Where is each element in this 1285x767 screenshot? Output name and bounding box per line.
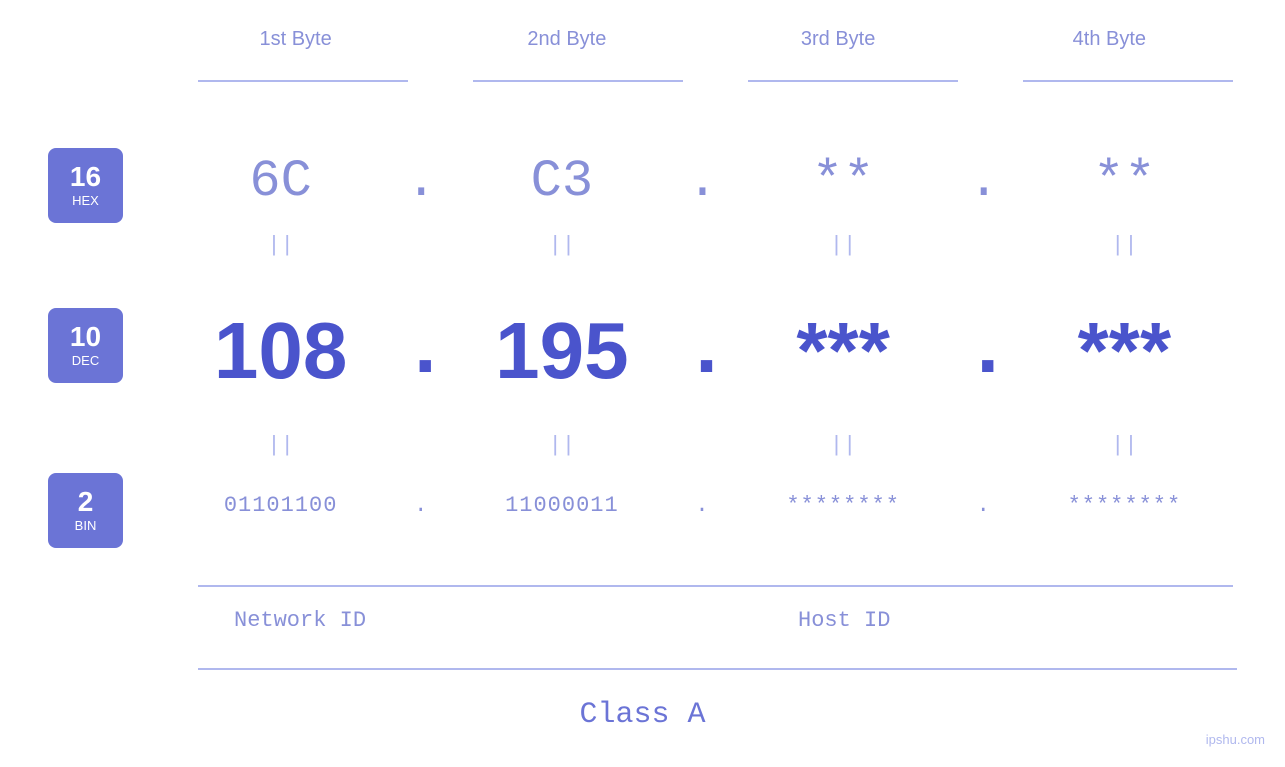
dec-dot-3: . xyxy=(964,306,1004,397)
bracket-host-id xyxy=(473,585,1233,587)
bin-dot-3: . xyxy=(964,493,1004,518)
bracket-top-1 xyxy=(198,80,408,82)
eq-mid-3: || xyxy=(723,433,964,458)
dec-b1: 108 xyxy=(160,305,401,397)
eq-top-4: || xyxy=(1004,233,1245,258)
bracket-top-3 xyxy=(748,80,958,82)
bin-dot-1: . xyxy=(401,493,441,518)
badge-dec: 10 DEC xyxy=(48,308,123,383)
badge-dec-number: 10 xyxy=(70,323,101,351)
dec-b2: 195 xyxy=(441,305,682,397)
bracket-top-2 xyxy=(473,80,683,82)
network-id-label: Network ID xyxy=(234,608,366,633)
badge-bin-label: BIN xyxy=(75,518,97,533)
equals-mid-row: || || || || xyxy=(160,433,1245,458)
eq-top-2: || xyxy=(441,233,682,258)
column-headers: 1st Byte 2nd Byte 3rd Byte 4th Byte xyxy=(160,28,1245,51)
equals-top-row: || || || || xyxy=(160,233,1245,258)
col-header-3: 3rd Byte xyxy=(703,28,974,51)
watermark: ipshu.com xyxy=(1206,732,1265,747)
bracket-network-id xyxy=(198,585,483,587)
eq-mid-2: || xyxy=(441,433,682,458)
badge-hex: 16 HEX xyxy=(48,148,123,223)
dec-dot-1: . xyxy=(401,306,441,397)
hex-b2: C3 xyxy=(441,152,682,211)
col-header-1: 1st Byte xyxy=(160,28,431,51)
hex-dot-1: . xyxy=(401,152,441,211)
badge-bin: 2 BIN xyxy=(48,473,123,548)
bin-b4: ******** xyxy=(1004,493,1245,518)
hex-b3: ** xyxy=(723,152,964,211)
dec-dot-2: . xyxy=(683,306,723,397)
hex-dot-2: . xyxy=(683,152,723,211)
dec-b4: *** xyxy=(1004,305,1245,397)
hex-dot-3: . xyxy=(964,152,1004,211)
bracket-top-4 xyxy=(1023,80,1233,82)
col-header-4: 4th Byte xyxy=(974,28,1245,51)
badge-hex-number: 16 xyxy=(70,163,101,191)
hex-b4: ** xyxy=(1004,152,1245,211)
bin-b1: 01101100 xyxy=(160,493,401,518)
bin-dot-2: . xyxy=(683,493,723,518)
badge-hex-label: HEX xyxy=(72,193,99,208)
host-id-label: Host ID xyxy=(798,608,890,633)
dec-row: 108 . 195 . *** . *** xyxy=(160,305,1245,397)
eq-top-3: || xyxy=(723,233,964,258)
eq-mid-4: || xyxy=(1004,433,1245,458)
hex-row: 6C . C3 . ** . ** xyxy=(160,152,1245,211)
main-container: 16 HEX 10 DEC 2 BIN 1st Byte 2nd Byte 3r… xyxy=(0,0,1285,767)
bin-row: 01101100 . 11000011 . ******** . *******… xyxy=(160,493,1245,518)
class-a-label: Class A xyxy=(579,698,705,732)
eq-mid-1: || xyxy=(160,433,401,458)
bracket-class-a xyxy=(198,668,1237,670)
badge-dec-label: DEC xyxy=(72,353,99,368)
dec-b3: *** xyxy=(723,305,964,397)
eq-top-1: || xyxy=(160,233,401,258)
badge-bin-number: 2 xyxy=(78,488,94,516)
col-header-2: 2nd Byte xyxy=(431,28,702,51)
bin-b2: 11000011 xyxy=(441,493,682,518)
hex-b1: 6C xyxy=(160,152,401,211)
bin-b3: ******** xyxy=(723,493,964,518)
